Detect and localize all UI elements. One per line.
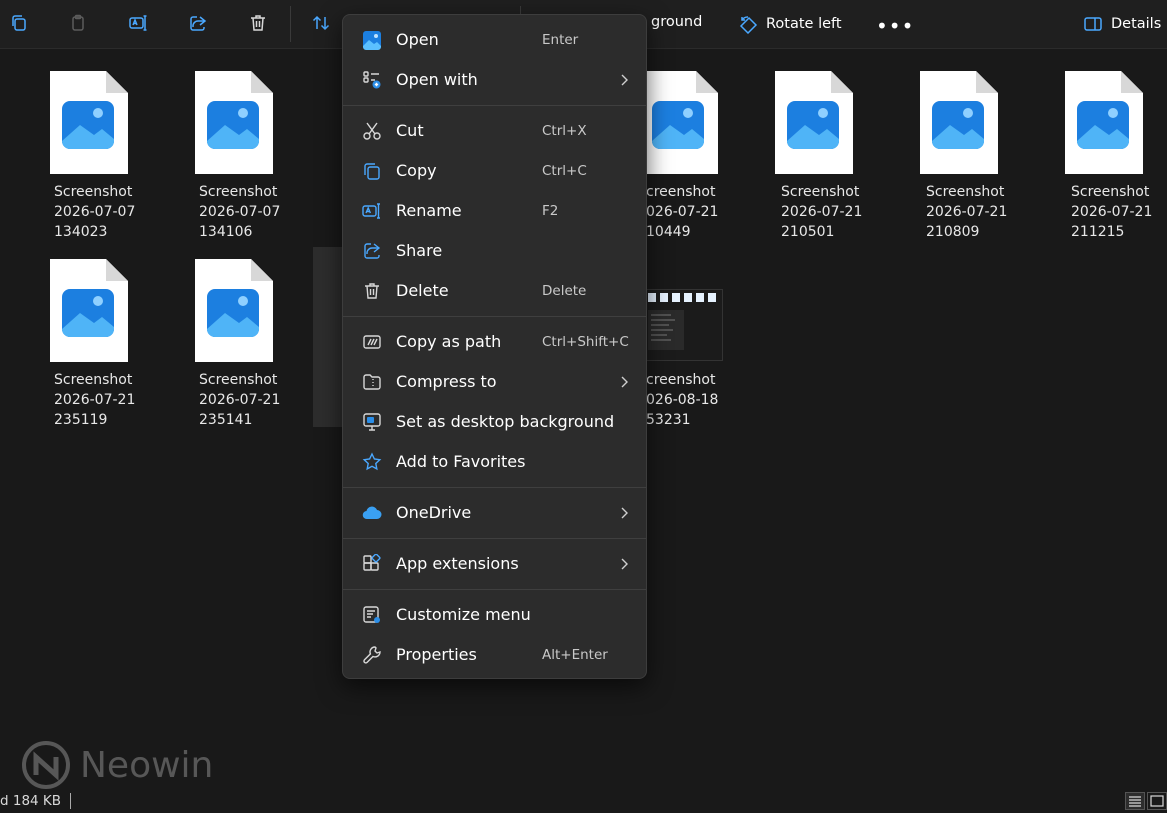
image-file-icon <box>195 71 273 174</box>
file-name: Screenshot 2026-07-21 235119 <box>54 372 136 428</box>
menu-item-add-to-favorites[interactable]: Add to Favorites <box>349 443 641 481</box>
status-separator <box>70 793 71 809</box>
menu-separator <box>343 589 646 590</box>
menu-item-open-with[interactable]: Open with <box>349 61 641 99</box>
chevron-right-icon <box>621 507 628 519</box>
image-file-icon <box>920 71 998 174</box>
menu-item-rename[interactable]: Rename F2 <box>349 192 641 230</box>
app-extensions-icon <box>362 554 382 574</box>
menu-item-delete[interactable]: Delete Delete <box>349 272 641 310</box>
customize-menu-icon <box>362 605 382 625</box>
photos-icon <box>362 30 382 50</box>
file-name: Screenshot 2026-07-07 134023 <box>54 184 136 240</box>
wrench-icon <box>362 645 382 665</box>
file-name: creenshot 026-08-18 53231 <box>646 372 719 428</box>
file-item[interactable]: Screenshot 2026-07-21 210501 <box>755 49 881 240</box>
menu-item-cut[interactable]: Cut Ctrl+X <box>349 112 641 150</box>
file-item[interactable]: Screenshot 2026-07-21 210809 <box>900 49 1026 240</box>
menu-separator <box>343 538 646 539</box>
menu-separator <box>343 105 646 106</box>
menu-item-share[interactable]: Share <box>349 232 641 270</box>
image-file-icon <box>640 71 718 174</box>
file-item[interactable]: Screenshot 2026-07-21 235141 <box>175 237 301 428</box>
rotate-left-label: Rotate left <box>766 16 842 32</box>
zip-folder-icon <box>362 372 382 392</box>
details-button[interactable]: Details <box>1083 8 1161 40</box>
image-file-icon <box>1065 71 1143 174</box>
large-icons-view-button[interactable] <box>1147 792 1167 810</box>
details-view-button[interactable] <box>1125 792 1145 810</box>
copy-icon[interactable] <box>6 10 32 36</box>
chevron-right-icon <box>621 558 628 570</box>
neowin-watermark: Neowin <box>22 741 213 789</box>
onedrive-cloud-icon <box>362 503 382 523</box>
details-label: Details <box>1111 16 1162 32</box>
list-view-icon <box>1129 796 1141 807</box>
chevron-right-icon <box>621 74 628 86</box>
menu-item-properties[interactable]: Properties Alt+Enter <box>349 636 641 674</box>
status-bar: d 184 KB <box>0 790 1167 812</box>
file-item[interactable]: Screenshot 2026-07-21 211215 <box>1035 49 1161 240</box>
file-name: Screenshot 2026-07-21 235141 <box>199 372 281 428</box>
details-pane-icon <box>1084 17 1102 31</box>
desktop-background-icon <box>362 412 382 432</box>
context-menu: Open Enter Open with Cut Ctrl+X Copy Ctr… <box>342 14 647 679</box>
neowin-logo-icon <box>22 741 70 789</box>
rotate-left-button[interactable]: Rotate left <box>738 8 842 40</box>
copy-path-icon <box>362 332 382 352</box>
paste-icon[interactable] <box>65 10 91 36</box>
image-file-icon <box>50 259 128 362</box>
file-item[interactable]: Screenshot 2026-07-07 134106 <box>175 49 301 240</box>
watermark-text: Neowin <box>80 744 214 786</box>
toolbar-separator <box>290 6 291 42</box>
file-item[interactable]: Screenshot 2026-07-07 134023 <box>30 49 156 240</box>
tiles-view-icon <box>1150 795 1164 807</box>
share-icon[interactable] <box>185 10 211 36</box>
scissors-icon <box>362 121 382 141</box>
set-background-button-label[interactable]: ground <box>651 14 702 30</box>
file-name: Screenshot 2026-07-21 211215 <box>1071 184 1153 240</box>
file-item[interactable]: Screenshot 2026-07-21 235119 <box>30 237 156 428</box>
file-name: Screenshot 2026-07-21 210501 <box>781 184 863 240</box>
chevron-right-icon <box>621 376 628 388</box>
open-with-icon <box>362 70 382 90</box>
menu-item-copy[interactable]: Copy Ctrl+C <box>349 152 641 190</box>
file-name: Screenshot 2026-07-07 134106 <box>199 184 281 240</box>
menu-item-customize-menu[interactable]: Customize menu <box>349 596 641 634</box>
menu-separator <box>343 316 646 317</box>
delete-icon[interactable] <box>245 10 271 36</box>
sort-icon[interactable] <box>308 10 334 36</box>
copy-icon <box>362 161 382 181</box>
menu-separator <box>343 487 646 488</box>
menu-item-compress-to[interactable]: Compress to <box>349 363 641 401</box>
rotate-left-icon <box>739 16 758 34</box>
menu-item-open[interactable]: Open Enter <box>349 21 641 59</box>
menu-item-onedrive[interactable]: OneDrive <box>349 494 641 532</box>
menu-item-app-extensions[interactable]: App extensions <box>349 545 641 583</box>
rename-icon[interactable] <box>125 10 151 36</box>
more-options-button[interactable]: ••• <box>876 14 914 38</box>
file-name: Screenshot 2026-07-21 210809 <box>926 184 1008 240</box>
trash-icon <box>362 281 382 301</box>
menu-item-set-desktop-background[interactable]: Set as desktop background <box>349 403 641 441</box>
image-file-icon <box>775 71 853 174</box>
screenshot-thumbnail <box>643 289 723 361</box>
status-text: d 184 KB <box>0 793 62 809</box>
star-icon <box>362 452 382 472</box>
image-file-icon <box>50 71 128 174</box>
menu-item-copy-as-path[interactable]: Copy as path Ctrl+Shift+C <box>349 323 641 361</box>
rename-icon <box>362 201 382 221</box>
share-icon <box>362 241 382 261</box>
image-file-icon <box>195 259 273 362</box>
file-name: creenshot 026-07-21 10449 <box>646 184 719 240</box>
